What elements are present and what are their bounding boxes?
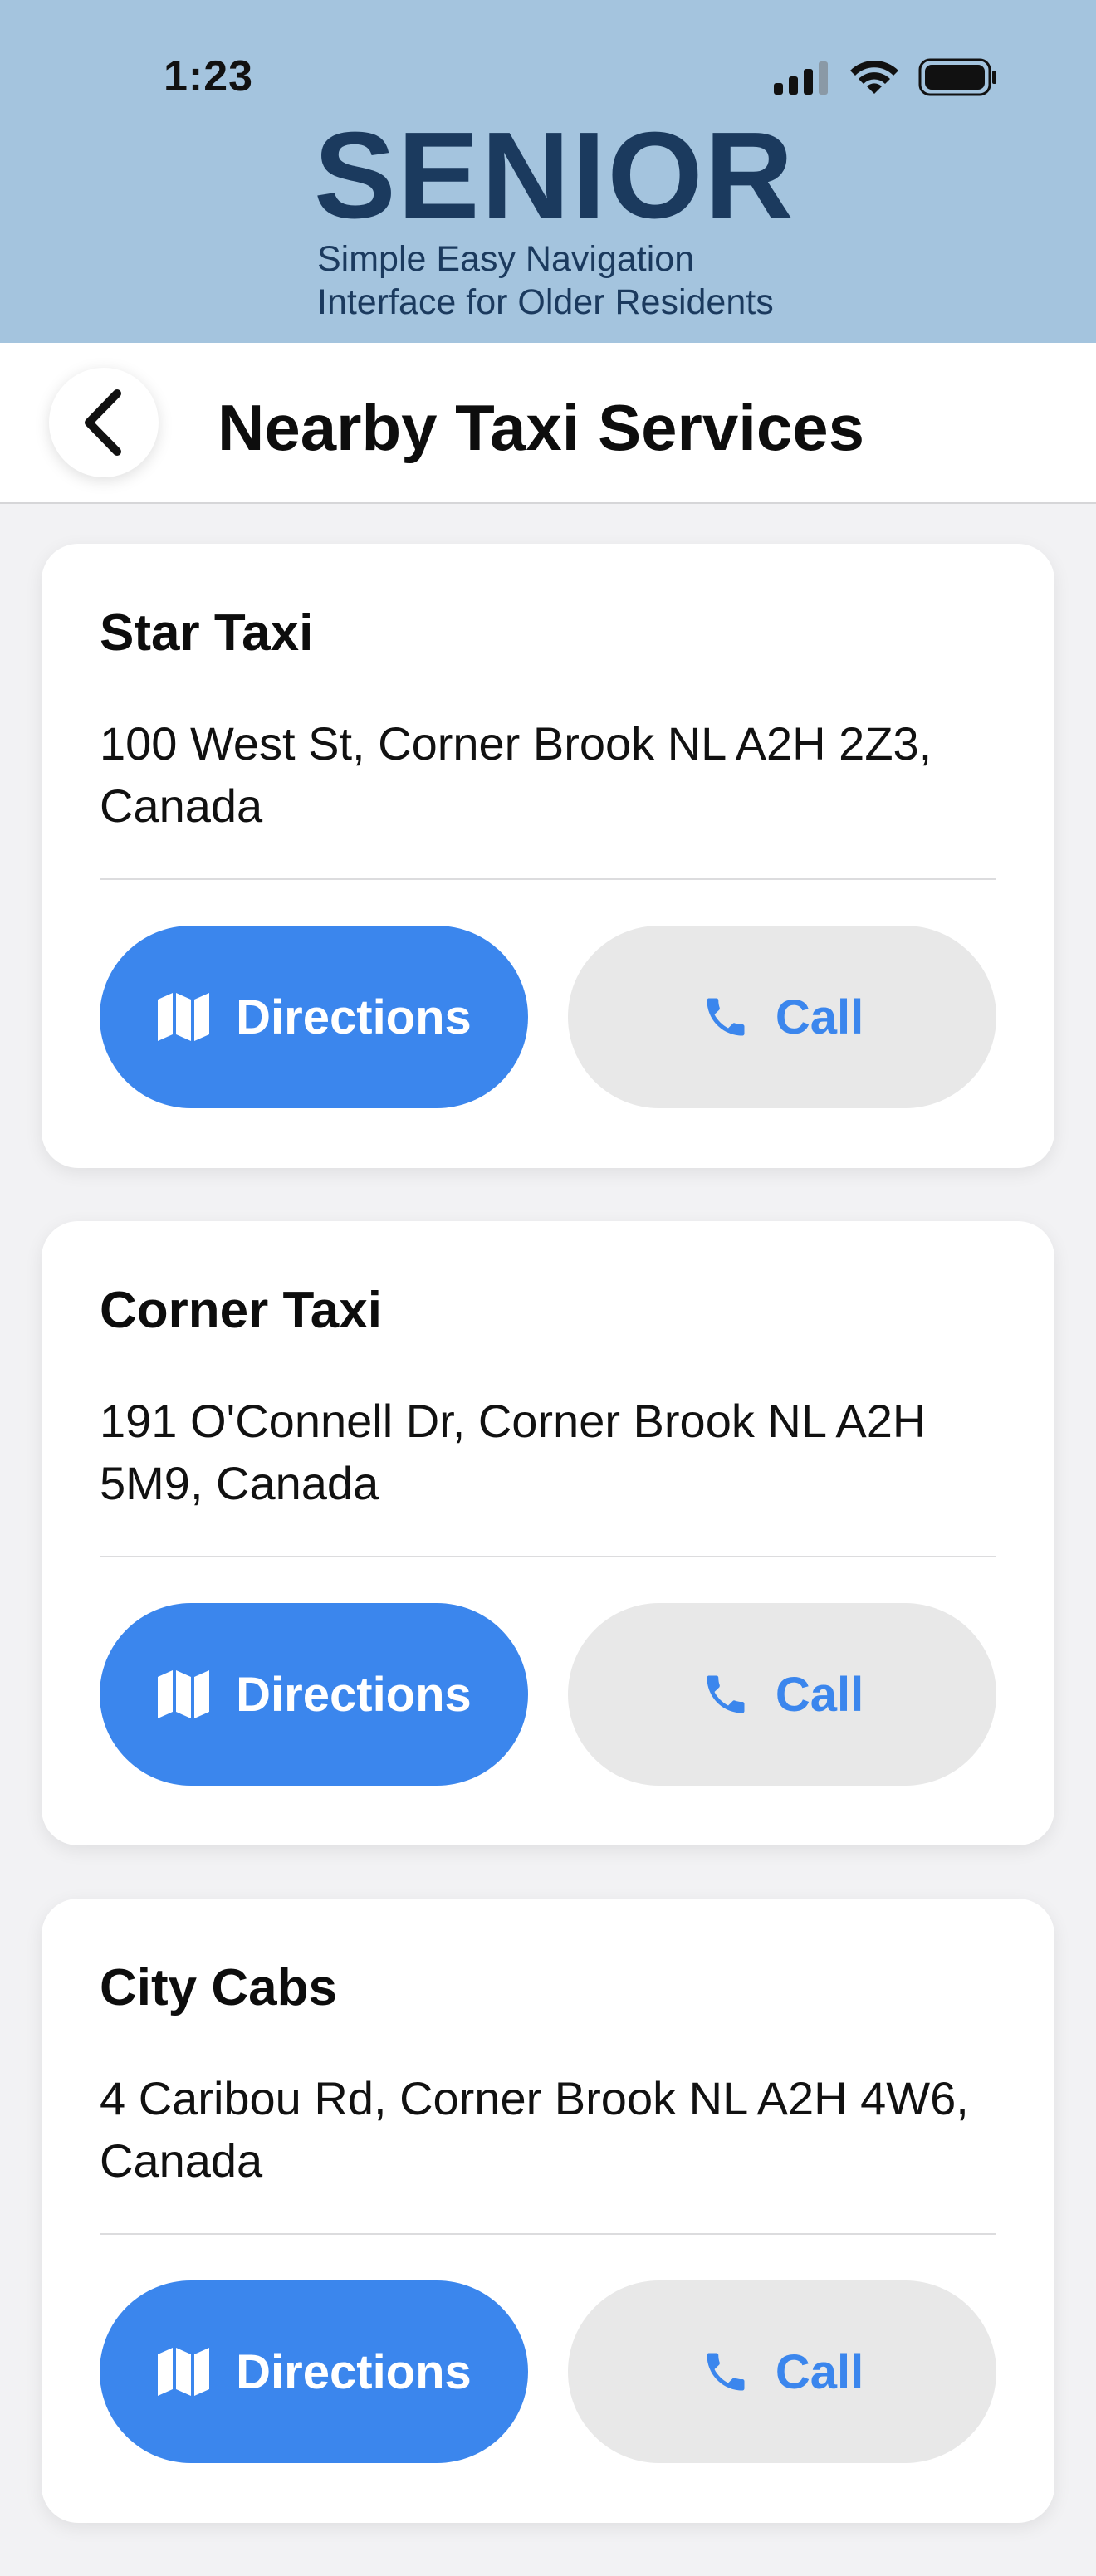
call-button[interactable]: Call [568,1603,996,1786]
map-icon [158,993,210,1041]
taxi-service-card: Star Taxi 100 West St, Corner Brook NL A… [42,544,1054,1168]
directions-button[interactable]: Directions [100,2280,528,2463]
map-icon [158,1670,210,1718]
call-button[interactable]: Call [568,2280,996,2463]
service-address: 100 West St, Corner Brook NL A2H 2Z3, Ca… [100,717,932,832]
map-icon [158,2348,210,2396]
directions-label: Directions [236,990,472,1044]
brand-title: SENIOR [314,107,795,244]
chevron-left-icon [85,389,121,456]
brand-subtitle-line-2: Interface for Older Residents [317,282,774,322]
back-button[interactable] [49,368,159,477]
page-title: Nearby Taxi Services [218,391,865,464]
call-label: Call [775,990,864,1044]
call-label: Call [775,1667,864,1722]
taxi-service-card: City Cabs 4 Caribou Rd, Corner Brook NL … [42,1899,1054,2523]
directions-button[interactable]: Directions [100,1603,528,1786]
status-icons [774,58,998,96]
card-divider [100,1556,996,1557]
service-address: 4 Caribou Rd, Corner Brook NL A2H 4W6, C… [100,2072,969,2187]
phone-icon [707,998,745,1036]
taxi-service-card: Corner Taxi 191 O'Connell Dr, Corner Bro… [42,1221,1054,1845]
app-header: 1:23 SENIOR Simple Easy Navigation Inter… [0,0,1096,343]
brand-subtitle-line-1: Simple Easy Navigation [317,239,695,279]
wifi-icon [850,60,898,94]
call-button[interactable]: Call [568,926,996,1108]
brand-subtitle: Simple Easy Navigation Interface for Old… [317,237,774,324]
service-address: 191 O'Connell Dr, Corner Brook NL A2H 5M… [100,1395,927,1509]
call-label: Call [775,2344,864,2399]
phone-icon [707,2353,745,2391]
directions-button[interactable]: Directions [100,926,528,1108]
cellular-signal-icon [774,61,828,95]
directions-label: Directions [236,2344,472,2399]
card-divider [100,2233,996,2235]
directions-label: Directions [236,1667,472,1722]
service-name: Corner Taxi [100,1282,382,1339]
taxi-service-list: Star Taxi 100 West St, Corner Brook NL A… [42,544,1054,2576]
service-name: Star Taxi [100,604,314,662]
card-divider [100,878,996,880]
status-time: 1:23 [164,52,254,100]
phone-icon [707,1675,745,1713]
battery-icon [918,58,996,96]
service-name: City Cabs [100,1959,337,2016]
